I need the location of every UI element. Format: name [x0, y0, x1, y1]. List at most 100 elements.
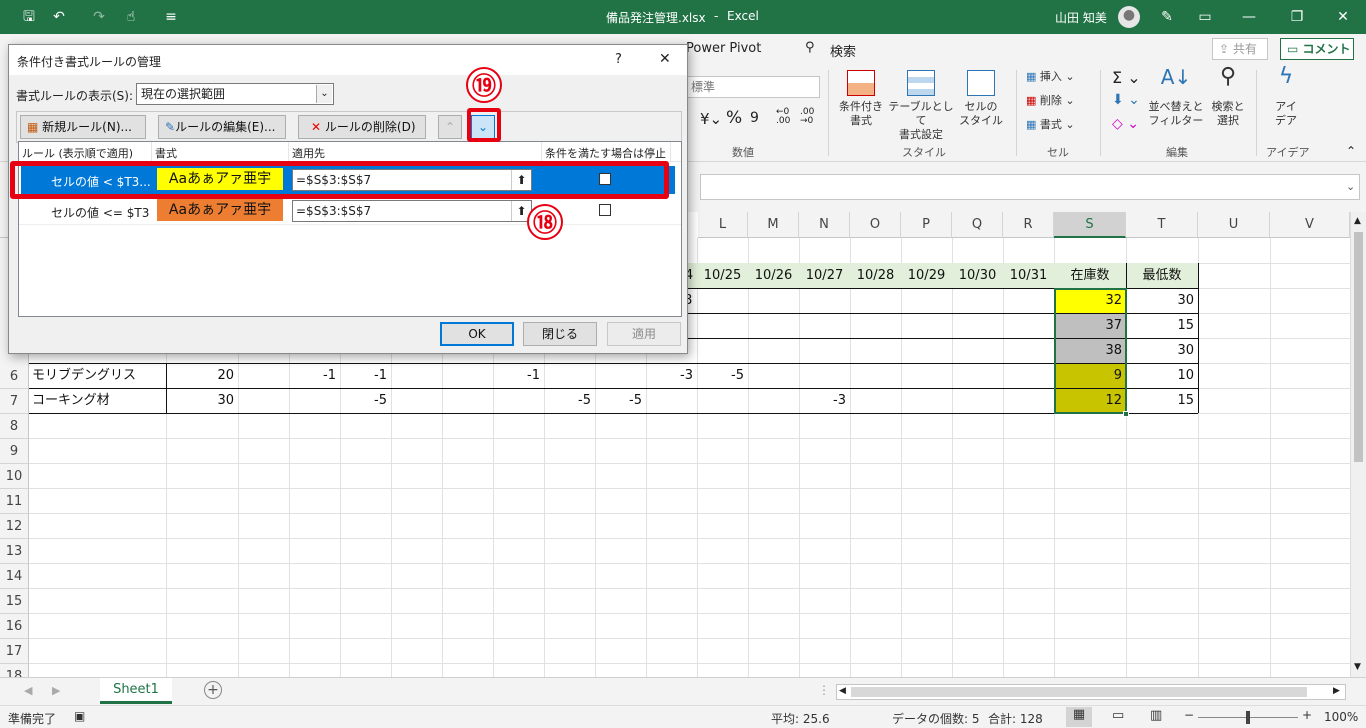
add-sheet-icon[interactable]: +: [204, 681, 222, 699]
column-header-r[interactable]: R: [1003, 212, 1054, 238]
header-applies[interactable]: 適用先: [292, 145, 325, 161]
tab-search[interactable]: 検索: [830, 41, 856, 60]
touch-mode-icon[interactable]: ☝: [122, 8, 140, 26]
ribbon-display-icon[interactable]: ▭: [1196, 8, 1214, 26]
decrease-decimal-icon[interactable]: .00 →0: [800, 108, 814, 126]
zoom-in-icon[interactable]: +: [1302, 708, 1312, 722]
increase-decimal-icon[interactable]: ←0.00: [776, 108, 790, 126]
tab-split-icon[interactable]: ⋮: [818, 683, 830, 697]
header-format[interactable]: 書式: [155, 145, 177, 161]
formula-input[interactable]: [700, 174, 1360, 200]
tab-power-pivot[interactable]: Power Pivot: [686, 41, 761, 56]
cell-b7[interactable]: 30: [166, 388, 238, 413]
scroll-right-icon[interactable]: ▶: [1333, 686, 1340, 696]
comma-icon[interactable]: 9: [750, 110, 759, 126]
comment-button[interactable]: ▭ コメント: [1280, 38, 1354, 60]
column-header-n[interactable]: N: [799, 212, 850, 238]
close-window-icon[interactable]: ✕: [1334, 8, 1352, 26]
column-header-q[interactable]: Q: [952, 212, 1003, 238]
undo-icon[interactable]: ↶: [50, 8, 68, 26]
date-cell[interactable]: 10/31: [1003, 263, 1054, 288]
column-header-m[interactable]: M: [748, 212, 799, 238]
currency-icon[interactable]: ¥⌄: [700, 110, 722, 128]
row-header-17[interactable]: 17: [0, 639, 29, 664]
zoom-slider-thumb[interactable]: [1246, 711, 1250, 724]
avatar[interactable]: ●: [1118, 6, 1140, 28]
clear-icon[interactable]: ◇ ⌄: [1112, 116, 1139, 132]
min-header[interactable]: 最低数: [1126, 263, 1198, 288]
column-header-u[interactable]: U: [1198, 212, 1270, 238]
column-header-o[interactable]: O: [850, 212, 901, 238]
normal-view-icon[interactable]: ▦: [1066, 707, 1092, 727]
delete-rule-button[interactable]: ✕ ルールの削除(D): [298, 115, 426, 139]
cell-t6[interactable]: 10: [1126, 363, 1198, 388]
cell-b6[interactable]: 20: [166, 363, 238, 388]
row-header-6[interactable]: 6: [0, 364, 29, 389]
sort-filter-button[interactable]: A↓ 並べ替えと フィルター: [1146, 67, 1206, 128]
chevron-down-icon[interactable]: ⌄: [316, 85, 332, 103]
apply-button[interactable]: 適用: [607, 322, 681, 346]
macro-record-icon[interactable]: ▣: [74, 709, 85, 723]
sheet-tab-sheet1[interactable]: Sheet1: [100, 678, 172, 704]
header-stop[interactable]: 条件を満たす場合は停止: [545, 145, 666, 161]
restore-icon[interactable]: ❐: [1288, 8, 1306, 26]
column-header-l[interactable]: L: [698, 212, 748, 238]
dialog-help-icon[interactable]: ?: [615, 52, 622, 67]
date-cell[interactable]: 10/29: [901, 263, 952, 288]
share-button[interactable]: ⇪ 共有: [1212, 38, 1268, 60]
format-as-table-button[interactable]: テーブルとして 書式設定: [886, 70, 956, 142]
delete-button[interactable]: ▦ 削除 ⌄: [1026, 94, 1075, 108]
row-header-15[interactable]: 15: [0, 589, 29, 614]
scroll-down-icon[interactable]: ▼: [1354, 662, 1361, 672]
row-header-9[interactable]: 9: [0, 439, 29, 464]
pen-icon[interactable]: ✎: [1158, 8, 1176, 26]
cell-t3[interactable]: 30: [1126, 288, 1198, 313]
search-icon[interactable]: ⚲: [805, 40, 815, 55]
row-header-12[interactable]: 12: [0, 514, 29, 539]
cell-a6[interactable]: モリブデングリス: [29, 363, 166, 388]
expand-formula-icon[interactable]: ⌄: [1346, 180, 1355, 193]
new-rule-button[interactable]: ▦ 新規ルール(N)...: [20, 115, 146, 139]
column-header-p[interactable]: P: [901, 212, 952, 238]
dialog-close-icon[interactable]: ✕: [659, 51, 671, 67]
rule-2-applies-input[interactable]: =$S$3:$S$7: [292, 200, 532, 222]
date-cell[interactable]: 10/28: [850, 263, 901, 288]
cell-k6[interactable]: -3: [646, 363, 697, 388]
vertical-scrollbar[interactable]: ▲ ▼: [1350, 212, 1366, 677]
page-layout-icon[interactable]: ▭: [1112, 708, 1124, 723]
cell-t4[interactable]: 15: [1126, 313, 1198, 338]
column-header-v[interactable]: V: [1270, 212, 1350, 238]
customize-qat-icon[interactable]: ≡: [162, 8, 180, 26]
scroll-left-icon[interactable]: ◀: [839, 686, 846, 696]
row-header-16[interactable]: 16: [0, 614, 29, 639]
find-select-button[interactable]: ⚲ 検索と 選択: [1206, 66, 1250, 128]
row-header-10[interactable]: 10: [0, 464, 29, 489]
fill-handle[interactable]: [1123, 411, 1129, 417]
date-cell[interactable]: 10/25: [697, 263, 748, 288]
row-header-8[interactable]: 8: [0, 414, 29, 439]
date-cell[interactable]: 10/27: [799, 263, 850, 288]
stock-header[interactable]: 在庫数: [1054, 263, 1126, 288]
format-button[interactable]: ▦ 書式 ⌄: [1026, 118, 1075, 132]
number-format-select[interactable]: 標準: [686, 76, 820, 98]
edit-rule-button[interactable]: ✎ルールの編集(E)...: [158, 115, 286, 139]
header-rule[interactable]: ルール (表示順で適用): [22, 145, 133, 161]
date-cell[interactable]: 10/26: [748, 263, 799, 288]
column-header-t[interactable]: T: [1126, 212, 1198, 238]
minimize-icon[interactable]: —: [1240, 8, 1258, 26]
cell-a7[interactable]: コーキング材: [29, 388, 166, 413]
prev-sheet-icon[interactable]: ◀: [24, 684, 32, 697]
close-button[interactable]: 閉じる: [523, 322, 597, 346]
cell-t7[interactable]: 15: [1126, 388, 1198, 413]
cell-d6[interactable]: -1: [289, 363, 340, 388]
move-up-button[interactable]: ⌃: [438, 115, 462, 139]
fill-icon[interactable]: ⬇ ⌄: [1112, 92, 1140, 108]
date-cell[interactable]: 10/30: [952, 263, 1003, 288]
ok-button[interactable]: OK: [440, 322, 514, 346]
scroll-up-icon[interactable]: ▲: [1354, 216, 1361, 226]
scroll-thumb[interactable]: [1354, 232, 1363, 462]
insert-button[interactable]: ▦ 挿入 ⌄: [1026, 70, 1075, 84]
row-header-7[interactable]: 7: [0, 389, 29, 414]
redo-icon[interactable]: ↷: [90, 8, 108, 26]
cell-l6[interactable]: -5: [697, 363, 748, 388]
